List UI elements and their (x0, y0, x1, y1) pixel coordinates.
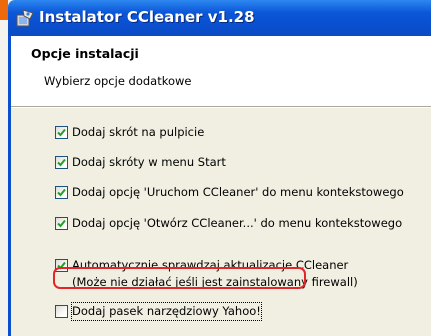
installer-app-icon (16, 9, 34, 27)
checkbox-context-run[interactable] (55, 186, 68, 199)
checkmark-icon (57, 158, 66, 167)
page-title: Opcje instalacji (31, 46, 139, 61)
checkbox-yahoo-toolbar[interactable] (55, 305, 68, 318)
checkbox-context-open[interactable] (55, 217, 68, 230)
header-divider-highlight (11, 107, 431, 108)
wizard-header: Opcje instalacji Wybierz opcje dodatkowe (11, 36, 431, 106)
option-label: Dodaj opcję 'Uruchom CCleaner' do menu k… (72, 185, 404, 199)
title-bar[interactable]: Instalator CCleaner v1.28 (8, 0, 431, 36)
option-label: Dodaj opcję 'Otwórz CCleaner...' do menu… (72, 216, 403, 230)
window-title: Instalator CCleaner v1.28 (39, 8, 255, 26)
checkbox-start-menu-shortcuts[interactable] (55, 156, 68, 169)
page-subtitle: Wybierz opcje dodatkowe (44, 74, 192, 88)
orange-corner-accent (0, 0, 8, 20)
checkmark-icon (57, 219, 66, 228)
checkbox-desktop-shortcut[interactable] (55, 126, 68, 139)
checkmark-icon (57, 188, 66, 197)
checkmark-icon (57, 128, 66, 137)
option-label: Dodaj pasek narzędziowy Yahoo! (71, 302, 262, 321)
option-label: Dodaj skróty w menu Start (72, 155, 226, 169)
highlight-ring (53, 267, 306, 289)
option-label: Dodaj skrót na pulpicie (72, 125, 205, 139)
